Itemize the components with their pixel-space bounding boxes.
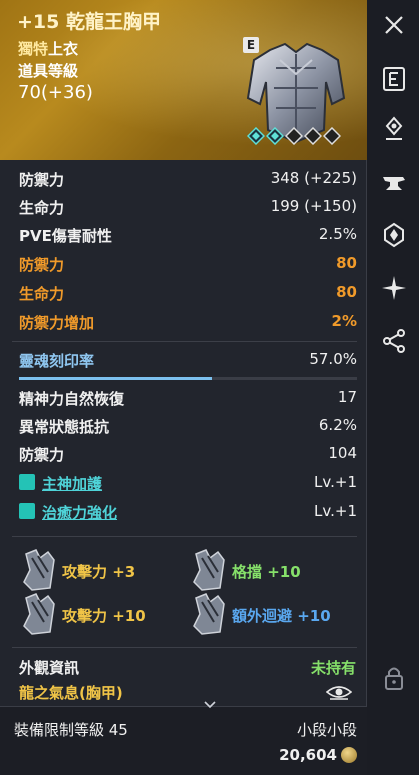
skill-link-icon [19,474,35,490]
set-bonus-item: 格擋 +10 [188,548,358,596]
stat-value: 104 [328,444,357,462]
soul-engrave-label: 靈魂刻印率 [19,352,95,370]
set-bonus-item: 攻擊力 +10 [18,592,188,640]
bonus-stat-row: 防禦力增加 2% [0,308,367,336]
item-tooltip: +15 乾龍王胸甲 獨特上衣 道具等級 70(+36) E 防禦力 348 (+… [0,0,367,775]
set-bonus-text: 格擋 +10 [232,563,301,581]
skill-row[interactable]: 主神加護 Lv.+1 [0,469,367,497]
chevron-down-icon[interactable] [204,701,216,709]
divider [12,341,357,342]
gem-socket-icon [247,127,265,145]
stat-label: PVE傷害耐性 [19,227,112,245]
stat-label: 生命力 [19,199,65,217]
socket-row [247,127,341,145]
divider [12,647,357,648]
stat-label: 生命力 [19,285,65,303]
soul-engrave-progress-bar [19,377,357,380]
stat-row: 防禦力 348 (+225) [0,165,367,193]
empty-socket-icon [323,127,341,145]
skill-level: Lv.+1 [314,502,357,520]
share-icon[interactable] [381,328,407,354]
stat-label: 防禦力 [19,256,65,274]
item-header: +15 乾龍王胸甲 獨特上衣 道具等級 70(+36) E [0,0,367,160]
skill-link-icon [19,503,35,519]
stat-row: 生命力 199 (+150) [0,193,367,221]
soul-engrave-value: 57.0% [309,350,357,368]
location-pin-icon[interactable] [381,116,407,142]
armor-piece-icon [23,549,55,591]
sparkle-icon[interactable] [381,275,407,301]
item-slot: 上衣 [48,40,79,58]
gem-socket-icon [266,127,284,145]
armor-piece-icon [193,593,225,635]
appearance-status: 未持有 [310,659,356,677]
soul-engrave-progress-fill [19,377,212,380]
armor-piece-icon [23,593,55,635]
coin-icon [341,747,357,763]
soul-engrave-row: 靈魂刻印率 57.0% [0,346,367,374]
stat-value: 2% [331,312,357,330]
stat-label: 防禦力 [19,446,65,464]
anvil-icon[interactable] [381,170,407,196]
tooltip-footer: 裝備限制等級 45 小段小段 20,604 [0,701,367,775]
bonus-stat-row: 防禦力 80 [0,250,367,278]
stat-row: 防禦力 104 [0,440,367,468]
stat-label: 精神力自然恢復 [19,390,125,408]
stat-value: 80 [336,283,357,301]
stat-value: 199 (+150) [270,197,357,215]
skill-level: Lv.+1 [314,473,357,491]
grade-label: 小段小段 [296,721,357,739]
stat-row: PVE傷害耐性 2.5% [0,221,367,249]
lock-icon[interactable] [381,665,407,691]
skill-link[interactable]: 治癒力強化 [42,502,117,523]
stat-row: 異常狀態抵抗 6.2% [0,412,367,440]
item-type: 獨特上衣 [18,38,78,59]
equipment-card-icon[interactable] [381,66,407,92]
eye-icon[interactable] [326,684,352,700]
item-grade: 獨特 [18,40,49,58]
item-name: +15 乾龍王胸甲 [17,11,161,33]
item-level-value: 70(+36) [18,82,93,103]
stat-row: 精神力自然恢復 17 [0,384,367,412]
skill-row[interactable]: 治癒力強化 Lv.+1 [0,498,367,526]
stat-label: 防禦力增加 [19,314,95,332]
stat-value: 17 [337,388,357,406]
stat-label: 防禦力 [19,171,65,189]
appearance-label: 外觀資訊 [19,659,80,677]
sell-price: 20,604 [279,746,337,764]
set-bonus-item: 攻擊力 +3 [18,548,188,596]
appearance-name: 龍之氣息(胸甲) [19,684,123,702]
close-icon[interactable] [381,12,407,38]
stat-value: 348 (+225) [270,169,357,187]
crystal-icon[interactable] [381,222,407,248]
stat-label: 異常狀態抵抗 [19,418,110,436]
armor-piece-icon [193,549,225,591]
set-bonus-text: 攻擊力 +3 [62,563,136,581]
divider [12,536,357,537]
set-bonus-text: 額外迴避 +10 [232,607,331,625]
stat-value: 6.2% [318,416,357,434]
item-level-label: 道具等級 [18,62,79,80]
set-bonus-item: 額外迴避 +10 [188,592,358,640]
empty-socket-icon [285,127,303,145]
skill-link[interactable]: 主神加護 [42,473,102,494]
set-bonus-text: 攻擊力 +10 [62,607,146,625]
side-toolbar [368,0,419,775]
stat-value: 2.5% [318,225,357,243]
level-requirement: 裝備限制等級 45 [14,721,128,739]
bonus-stat-row: 生命力 80 [0,279,367,307]
stat-value: 80 [336,254,357,272]
empty-socket-icon [304,127,322,145]
